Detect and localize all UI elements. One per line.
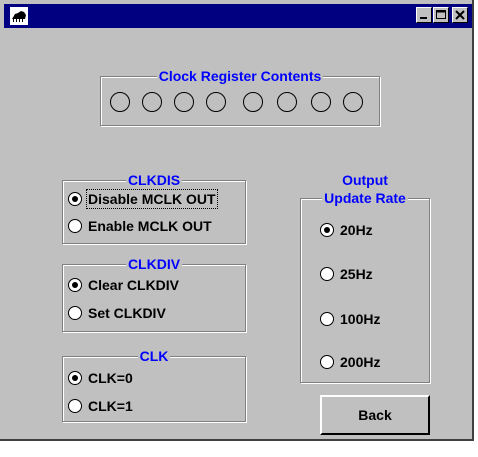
radio-label: 20Hz <box>340 222 373 238</box>
clock-register-label: Clock Register Contents <box>156 68 324 84</box>
minimize-icon <box>420 17 427 19</box>
radio-label: 25Hz <box>340 266 373 282</box>
register-led <box>243 92 263 112</box>
radio-set-clkdiv[interactable]: Set CLKDIV <box>68 305 166 321</box>
radio-indicator <box>320 223 334 237</box>
output-rate-title: Output <box>300 171 430 189</box>
clk-label: CLK <box>137 348 171 364</box>
radio-clk-1[interactable]: CLK=1 <box>68 398 133 414</box>
radio-indicator <box>68 219 82 233</box>
clkdiv-group: CLKDIV <box>62 256 246 332</box>
radio-rate-200hz[interactable]: 200Hz <box>320 354 380 370</box>
register-led <box>206 92 226 112</box>
maximize-button[interactable] <box>433 7 449 23</box>
radio-enable-mclk-out[interactable]: Enable MCLK OUT <box>68 218 212 234</box>
register-led <box>311 92 331 112</box>
radio-indicator <box>68 371 82 385</box>
radio-label: Clear CLKDIV <box>88 277 180 293</box>
radio-label: 100Hz <box>340 311 381 327</box>
title-bar[interactable] <box>4 4 472 28</box>
radio-clk-0[interactable]: CLK=0 <box>68 370 133 386</box>
output-rate-label-line2: Update Rate <box>322 190 408 206</box>
maximize-icon <box>436 10 446 19</box>
radio-rate-20hz[interactable]: 20Hz <box>320 222 373 238</box>
radio-rate-100hz[interactable]: 100Hz <box>320 311 380 327</box>
register-led <box>277 92 297 112</box>
radio-label: CLK=1 <box>88 398 133 414</box>
radio-indicator <box>68 306 82 320</box>
radio-indicator <box>320 267 334 281</box>
register-led <box>174 92 194 112</box>
radio-clear-clkdiv[interactable]: Clear CLKDIV <box>68 277 179 293</box>
minimize-button[interactable] <box>416 7 432 23</box>
radio-label: Set CLKDIV <box>88 305 166 321</box>
radio-indicator <box>68 192 82 206</box>
register-led <box>343 92 363 112</box>
close-icon <box>455 10 465 20</box>
clkdis-label: CLKDIS <box>125 172 183 188</box>
radio-label: Disable MCLK OUT <box>86 189 218 209</box>
radio-label: Enable MCLK OUT <box>88 218 212 234</box>
radio-indicator <box>320 312 334 326</box>
app-icon[interactable] <box>10 7 28 25</box>
radio-indicator <box>68 399 82 413</box>
clkdiv-label: CLKDIV <box>125 256 183 272</box>
radio-indicator <box>320 355 334 369</box>
radio-disable-mclk-out[interactable]: Disable MCLK OUT <box>68 189 218 209</box>
app-window: Clock Register Contents CLKDIS Disable M… <box>0 0 474 441</box>
radio-rate-25hz[interactable]: 25Hz <box>320 266 373 282</box>
register-led <box>142 92 162 112</box>
output-rate-label-line1: Output <box>342 172 388 188</box>
radio-indicator <box>68 278 82 292</box>
close-button[interactable] <box>452 7 468 23</box>
radio-label: CLK=0 <box>88 370 133 386</box>
radio-label: 200Hz <box>340 354 381 370</box>
back-button[interactable]: Back <box>320 395 430 435</box>
clkdis-group: CLKDIS <box>62 172 246 244</box>
register-led <box>110 92 130 112</box>
